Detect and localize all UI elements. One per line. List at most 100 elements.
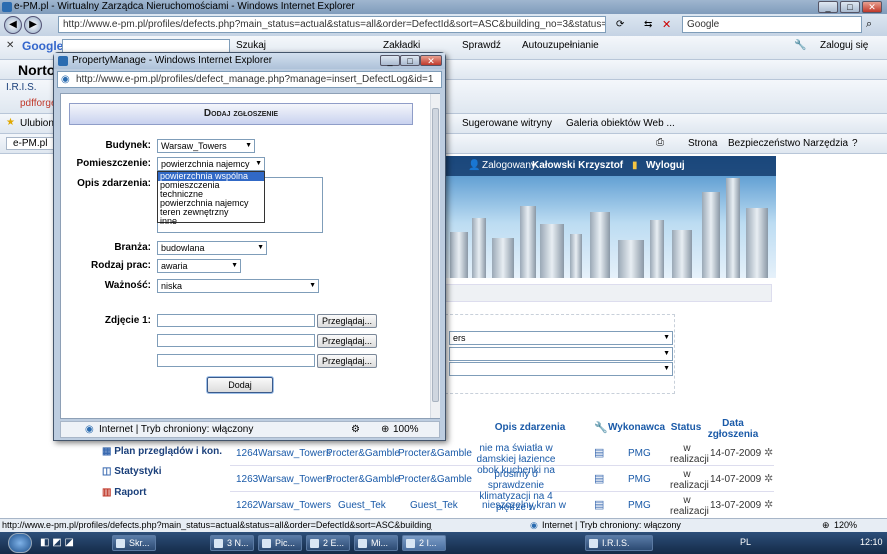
status-bar: http://www.e-pm.pl/profiles/defects.php?…: [0, 518, 887, 532]
sidebar-item-plan[interactable]: ▦ Plan przeglądów i kon.: [102, 446, 222, 457]
col-contractor[interactable]: Wykonawca: [608, 422, 665, 433]
worktype-select[interactable]: awaria ▼: [157, 259, 241, 273]
popup-settings-icon[interactable]: ⚙: [351, 422, 360, 437]
photo-file-input-2[interactable]: [157, 334, 315, 347]
zoom-icon[interactable]: ⊕: [822, 519, 830, 532]
close-button[interactable]: ✕: [862, 1, 882, 13]
photo-label: Zdjęcie 1:: [104, 315, 151, 326]
building-select[interactable]: Warsaw_Towers ▼: [157, 139, 255, 153]
compat-icon[interactable]: ⇆: [644, 19, 652, 30]
popup-zoom-icon[interactable]: ⊕: [381, 422, 389, 437]
calendar-icon: ▦: [102, 446, 112, 457]
google-login-link[interactable]: Zaloguj się: [820, 40, 868, 51]
web-slice-gallery-link[interactable]: Galeria obiektów Web ...: [566, 118, 675, 129]
forward-button[interactable]: ▶: [24, 16, 42, 34]
user-name: Kałowski Krzysztof: [532, 160, 624, 171]
filter-select-3[interactable]: ▼: [449, 362, 673, 376]
autofill-button[interactable]: Autouzupełnianie: [522, 40, 599, 51]
add-button[interactable]: Dodaj: [207, 377, 273, 393]
branch-label: Branża:: [114, 242, 151, 253]
stop-icon[interactable]: ✕: [662, 18, 671, 31]
back-button[interactable]: ◀: [4, 16, 22, 34]
bookmarks-button[interactable]: Zakładki: [383, 40, 420, 51]
popup-minimize-button[interactable]: _: [380, 55, 400, 66]
suggested-sites-link[interactable]: Sugerowane witryny: [462, 118, 552, 129]
browse-button-2[interactable]: Przeglądaj...: [317, 334, 377, 348]
popup-close-button[interactable]: ✕: [420, 55, 442, 66]
address-bar[interactable]: http://www.e-pm.pl/profiles/defects.php?…: [58, 16, 606, 33]
google-search-button[interactable]: Szukaj: [236, 40, 266, 51]
status-zone: Internet | Tryb chroniony: włączony: [542, 520, 681, 530]
help-icon[interactable]: ?: [852, 138, 858, 149]
close-toolbar-icon[interactable]: ✕: [6, 40, 14, 51]
table-row[interactable]: 1263 Warsaw_Towers Procter&Gamble Procte…: [230, 466, 774, 513]
task-button[interactable]: 3 N...: [210, 535, 254, 551]
edit-icon[interactable]: ▤: [594, 472, 604, 485]
filter-select-2[interactable]: ▼: [449, 347, 673, 361]
clock[interactable]: 12:10: [860, 537, 883, 547]
table-row[interactable]: 1262 Warsaw_Towers Guest_Tek Guest_Tek n…: [230, 492, 774, 517]
tools-menu[interactable]: Narzędzia: [803, 138, 848, 149]
logout-icon: ▮: [632, 160, 638, 171]
task-button-active[interactable]: 2 I...: [402, 535, 446, 551]
globe-icon: ◉: [85, 424, 94, 435]
logout-link[interactable]: Wyloguj: [646, 156, 685, 176]
room-select[interactable]: powierzchnia najemcy ▼: [157, 157, 265, 171]
security-menu[interactable]: Bezpieczeństwo: [728, 138, 800, 149]
tab-epm[interactable]: e-PM.pl: [6, 137, 55, 150]
description-label: Opis zdarzenia:: [77, 178, 151, 189]
google-logo: Google: [22, 39, 64, 53]
chart-icon: ◫: [102, 466, 112, 477]
worktype-label: Rodzaj prac:: [90, 260, 151, 271]
photo-file-input-1[interactable]: [157, 314, 315, 327]
edit-icon[interactable]: ▤: [594, 498, 604, 511]
browse-button-1[interactable]: Przeglądaj...: [317, 314, 377, 328]
popup-maximize-button[interactable]: □: [400, 55, 420, 66]
task-button[interactable]: I.R.I.S.: [585, 535, 653, 551]
col-status[interactable]: Status: [668, 422, 704, 433]
popup-scrollbar[interactable]: [430, 94, 440, 418]
sidebar-item-report[interactable]: ▥ Raport: [102, 487, 146, 498]
branch-select[interactable]: budowlana ▼: [157, 241, 267, 255]
main-window-title-bar: e-PM.pl - Wirtualny Zarządca Nieruchomoś…: [0, 0, 887, 14]
popup-zoom[interactable]: 100%: [393, 422, 419, 437]
minimize-button[interactable]: _: [818, 1, 838, 13]
task-button[interactable]: Mi...: [354, 535, 398, 551]
print-icon[interactable]: ⎙: [656, 137, 664, 148]
col-desc[interactable]: Opis zdarzenia: [490, 422, 570, 433]
start-button[interactable]: [8, 533, 32, 553]
sidebar-item-stats[interactable]: ◫ Statystyki: [102, 466, 161, 477]
photo-file-input-3[interactable]: [157, 354, 315, 367]
iris-link[interactable]: I.R.I.S.: [6, 82, 37, 93]
table-row[interactable]: 1264 Warsaw_Towers Procter&Gamble Procte…: [230, 440, 774, 476]
language-indicator[interactable]: PL: [740, 537, 751, 547]
room-dropdown[interactable]: powierzchnia wspólna pomieszczenia techn…: [157, 171, 265, 226]
pdfforge-link[interactable]: pdfforge: [20, 98, 57, 109]
room-option[interactable]: pomieszczenia techniczne: [158, 181, 264, 199]
task-button[interactable]: 2 E...: [306, 535, 350, 551]
spellcheck-button[interactable]: Sprawdź: [462, 40, 501, 51]
browse-button-3[interactable]: Przeglądaj...: [317, 354, 377, 368]
maximize-button[interactable]: □: [840, 1, 860, 13]
page-menu[interactable]: Strona: [688, 138, 717, 149]
edit-icon[interactable]: ▤: [594, 446, 604, 459]
settings-icon[interactable]: ✲: [764, 446, 773, 459]
col-date[interactable]: Data zgłoszenia: [706, 418, 760, 440]
contractor-icon: 🔧: [594, 422, 608, 434]
settings-icon[interactable]: ✲: [764, 472, 773, 485]
filter-select-1[interactable]: ers ▼: [449, 331, 673, 345]
status-zoom[interactable]: 120%: [834, 519, 857, 532]
room-option[interactable]: inne: [158, 217, 264, 226]
scrollbar-thumb[interactable]: [432, 108, 439, 402]
quicklaunch-icons[interactable]: ◧ ◩ ◪: [40, 537, 74, 548]
settings-icon[interactable]: ✲: [764, 498, 773, 511]
task-button[interactable]: Skr...: [112, 535, 156, 551]
priority-select[interactable]: niska ▼: [157, 279, 319, 293]
search-icon[interactable]: ⌕: [866, 18, 872, 31]
user-icon: 👤: [468, 160, 481, 171]
wrench-icon[interactable]: 🔧: [794, 40, 806, 51]
refresh-icon[interactable]: ⟳: [616, 19, 624, 30]
search-box[interactable]: Google: [682, 16, 862, 33]
popup-address-bar[interactable]: ◉ http://www.e-pm.pl/profiles/defect_man…: [57, 71, 442, 88]
task-button[interactable]: Pic...: [258, 535, 302, 551]
